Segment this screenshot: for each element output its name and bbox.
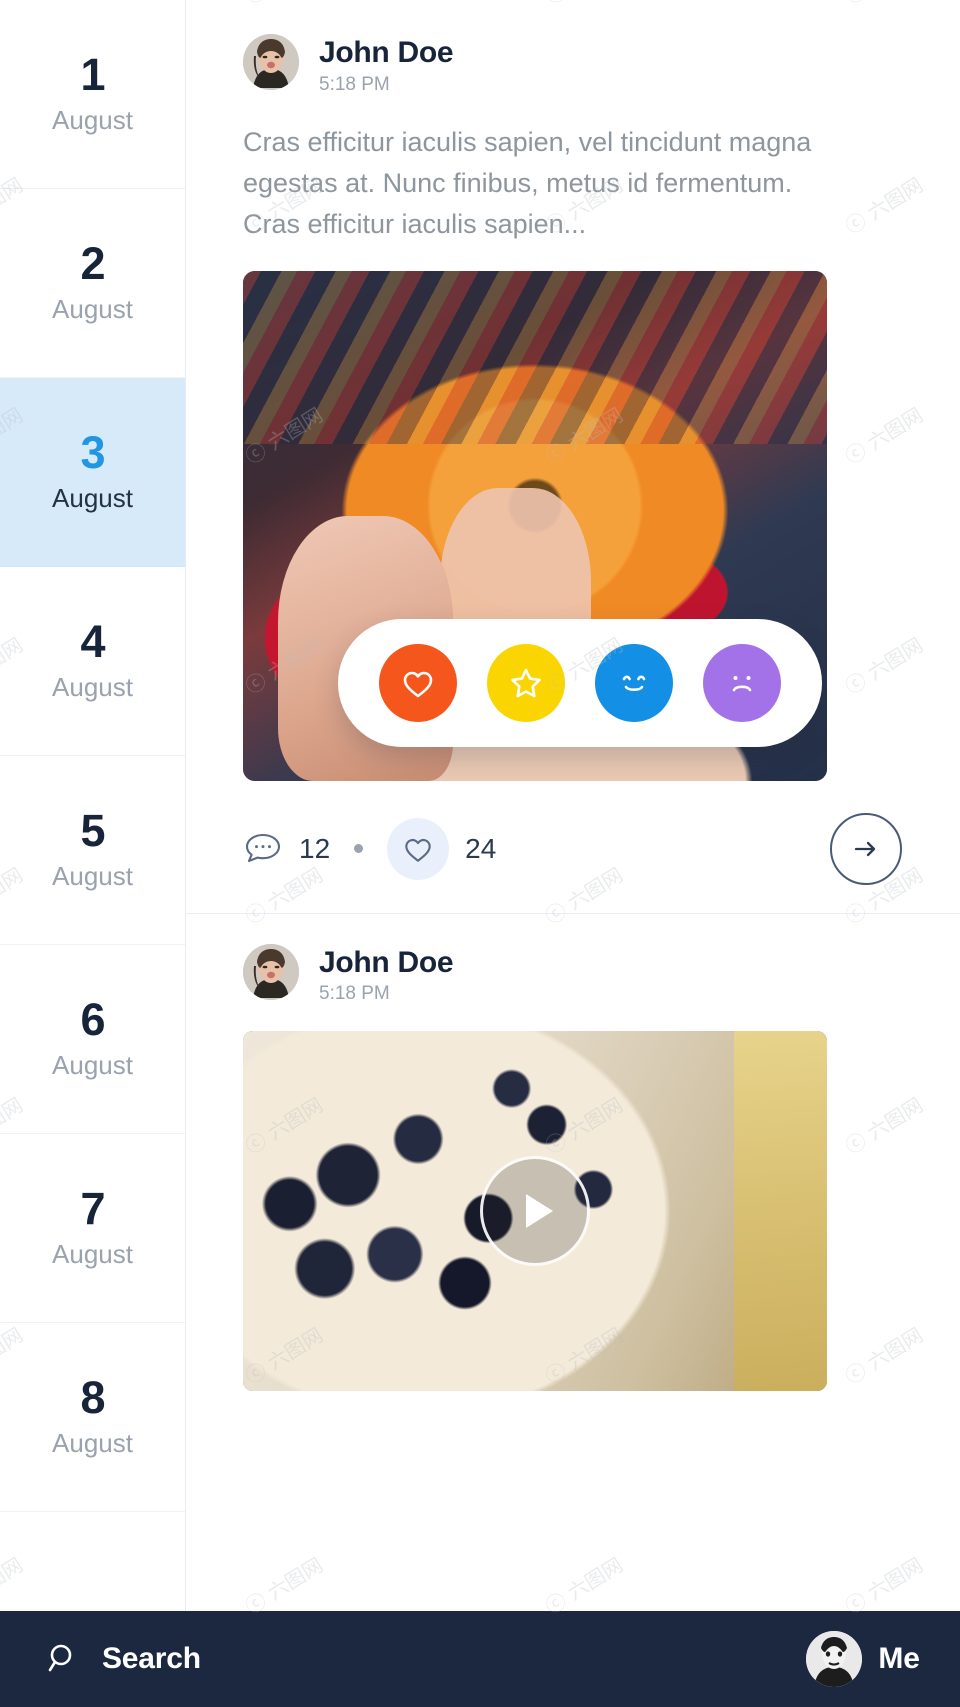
sidebar-day-1[interactable]: 1 August <box>0 0 185 189</box>
comment-icon <box>245 833 281 862</box>
day-month: August <box>52 105 133 135</box>
smile-reaction-button[interactable] <box>595 643 673 722</box>
post-text: Cras efficitur iaculis sapien, vel tinci… <box>243 126 812 239</box>
star-reaction-button[interactable] <box>487 643 565 722</box>
day-number: 6 <box>80 994 105 1045</box>
star-icon <box>511 668 541 697</box>
post-feed[interactable]: John Doe 5:18 PM Cras efficitur iaculis … <box>186 0 960 1611</box>
heart-icon <box>405 838 431 862</box>
search-label: Search <box>102 1642 201 1675</box>
search-icon <box>48 1644 72 1672</box>
avatar-image <box>243 34 299 90</box>
arrow-right-icon <box>854 841 876 856</box>
sad-icon <box>732 675 752 691</box>
day-month: August <box>52 861 133 891</box>
post-header: John Doe 5:18 PM <box>243 34 902 96</box>
sidebar-day-2[interactable]: 2 August <box>0 189 185 378</box>
sidebar-day-8[interactable]: 8 August <box>0 1323 185 1512</box>
day-number: 4 <box>80 616 105 667</box>
sidebar-day-6[interactable]: 6 August <box>0 945 185 1134</box>
day-month: August <box>52 294 133 324</box>
post-header: John Doe 5:18 PM <box>243 943 902 1006</box>
sidebar-day-3-selected[interactable]: 3 August <box>0 378 185 567</box>
post-image[interactable] <box>243 270 827 781</box>
avatar <box>806 1631 863 1687</box>
post-video[interactable] <box>243 1031 827 1392</box>
post-author-name: John Doe <box>319 36 454 69</box>
avatar[interactable] <box>243 943 299 1000</box>
smile-icon <box>622 675 646 691</box>
heart-icon <box>403 671 433 697</box>
post-author-block: John Doe 5:18 PM <box>319 944 454 1006</box>
avatar-image <box>243 943 299 1000</box>
sidebar-day-4[interactable]: 4 August <box>0 567 185 756</box>
sad-reaction-button[interactable] <box>703 643 781 722</box>
post-timestamp: 5:18 PM <box>319 73 390 95</box>
reaction-bar[interactable] <box>338 618 822 747</box>
post-stats: 12 24 <box>243 811 902 887</box>
post-item: John Doe 5:18 PM <box>186 912 960 1392</box>
day-month: August <box>52 1428 133 1458</box>
like-stat[interactable]: 24 <box>387 817 497 880</box>
next-post-button[interactable] <box>830 812 902 885</box>
comment-count: 12 <box>299 832 331 864</box>
app-root: 1 August 2 August 3 August 4 August 5 Au… <box>0 0 960 1707</box>
play-button[interactable] <box>480 1156 590 1267</box>
date-sidebar[interactable]: 1 August 2 August 3 August 4 August 5 Au… <box>0 0 186 1611</box>
day-month: August <box>52 483 133 513</box>
like-count: 24 <box>465 832 497 864</box>
comment-stat[interactable]: 12 <box>243 831 330 867</box>
me-button[interactable]: Me <box>806 1631 920 1687</box>
post-author-block: John Doe 5:18 PM <box>319 34 454 96</box>
stat-separator-dot <box>354 844 364 854</box>
user-avatar-image <box>806 1631 863 1687</box>
sidebar-day-5[interactable]: 5 August <box>0 756 185 945</box>
post-author-name: John Doe <box>319 945 454 979</box>
day-month: August <box>52 1050 133 1080</box>
day-number: 1 <box>80 49 105 100</box>
like-button[interactable] <box>387 817 450 880</box>
sidebar-day-7[interactable]: 7 August <box>0 1134 185 1323</box>
post-item: John Doe 5:18 PM Cras efficitur iaculis … <box>186 0 960 887</box>
me-label: Me <box>878 1642 920 1675</box>
day-number: 5 <box>80 805 105 856</box>
day-month: August <box>52 672 133 702</box>
day-number: 2 <box>80 238 105 289</box>
day-number: 7 <box>80 1183 105 1234</box>
post-timestamp: 5:18 PM <box>319 983 390 1005</box>
play-icon <box>525 1194 553 1229</box>
day-month: August <box>52 1239 133 1269</box>
content-row: 1 August 2 August 3 August 4 August 5 Au… <box>0 0 960 1611</box>
bottom-navigation-bar: Search Me <box>0 1611 960 1707</box>
day-number: 3 <box>80 427 105 478</box>
avatar[interactable] <box>243 34 299 90</box>
search-button[interactable]: Search <box>44 1640 201 1678</box>
day-number: 8 <box>80 1372 105 1423</box>
heart-reaction-button[interactable] <box>379 643 457 722</box>
